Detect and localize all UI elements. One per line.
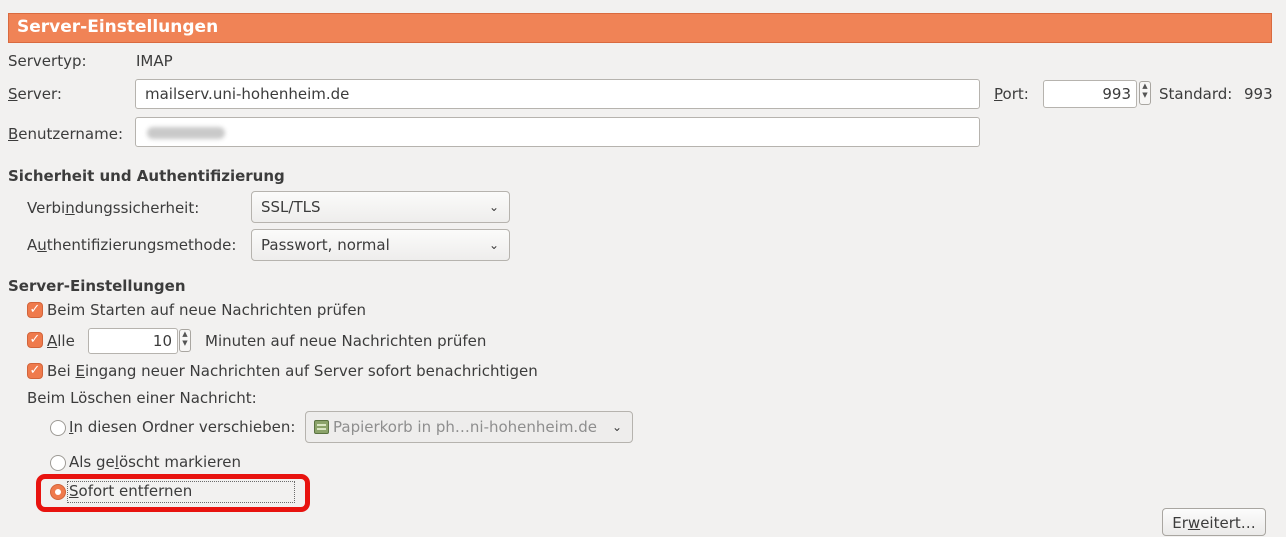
trash-folder-value: Papierkorb in ph…ni-hohenheim.de [333,418,597,436]
username-input[interactable] [135,117,980,147]
auth-method-value: Passwort, normal [261,236,390,254]
connection-security-label: Verbindungssicherheit: [27,199,200,217]
move-to-folder-label[interactable]: In diesen Ordner verschieben: [69,418,295,436]
radio-move-to-folder[interactable] [50,420,66,436]
connection-security-value: SSL/TLS [261,198,321,216]
port-input[interactable]: 993 [1043,80,1137,108]
advanced-button[interactable]: Erweitert… [1162,508,1266,536]
default-port-label: Standard: [1159,85,1233,103]
check-every-label[interactable]: Alle [47,332,75,350]
server-label: Server: [8,85,62,103]
chevron-down-icon: ⌄ [488,238,499,252]
radio-remove-immediately[interactable] [50,484,66,500]
check-every-suffix: Minuten auf neue Nachrichten prüfen [205,332,487,350]
radio-mark-deleted[interactable] [50,455,66,471]
check-interval-stepper[interactable]: ▲ ▼ [179,329,191,352]
check-on-start-checkbox[interactable]: ✓ [27,302,43,318]
delete-heading: Beim Löschen einer Nachricht: [27,389,257,407]
server-type-label: Servertyp: [8,52,87,70]
auth-method-select[interactable]: Passwort, normal ⌄ [251,229,510,261]
blurred-username [147,127,225,139]
default-port-value: 993 [1244,85,1273,103]
trash-folder-select[interactable]: Papierkorb in ph…ni-hohenheim.de ⌄ [305,411,633,443]
auth-method-label: Authentifizierungsmethode: [27,236,237,254]
security-section-title: Sicherheit und Authentifizierung [8,167,285,185]
connection-security-select[interactable]: SSL/TLS ⌄ [251,191,510,223]
username-label: Benutzername: [8,125,124,143]
check-on-start-label[interactable]: Beim Starten auf neue Nachrichten prüfen [47,301,366,319]
chevron-down-icon: ⌄ [611,420,622,434]
remove-immediately-label[interactable]: Sofort entfernen [69,482,192,500]
server-settings-section-title: Server-Einstellungen [8,277,186,295]
server-type-value: IMAP [136,52,173,70]
server-settings-panel: Server-Einstellungen Servertyp: IMAP Ser… [0,0,1286,537]
page-title: Server-Einstellungen [17,17,219,37]
check-every-checkbox[interactable]: ✓ [27,332,43,348]
check-interval-input[interactable]: 10 [88,328,178,354]
notify-label[interactable]: Bei Eingang neuer Nachrichten auf Server… [47,362,538,380]
chevron-down-icon: ⌄ [488,200,499,214]
port-stepper[interactable]: ▲ ▼ [1139,81,1151,105]
server-input[interactable]: mailserv.uni-hohenheim.de [135,79,980,109]
port-label: Port: [994,85,1029,103]
mark-deleted-label[interactable]: Als gelöscht markieren [69,453,241,471]
notify-checkbox[interactable]: ✓ [27,363,43,379]
trash-folder-icon [314,420,329,434]
section-header: Server-Einstellungen [8,13,1272,43]
